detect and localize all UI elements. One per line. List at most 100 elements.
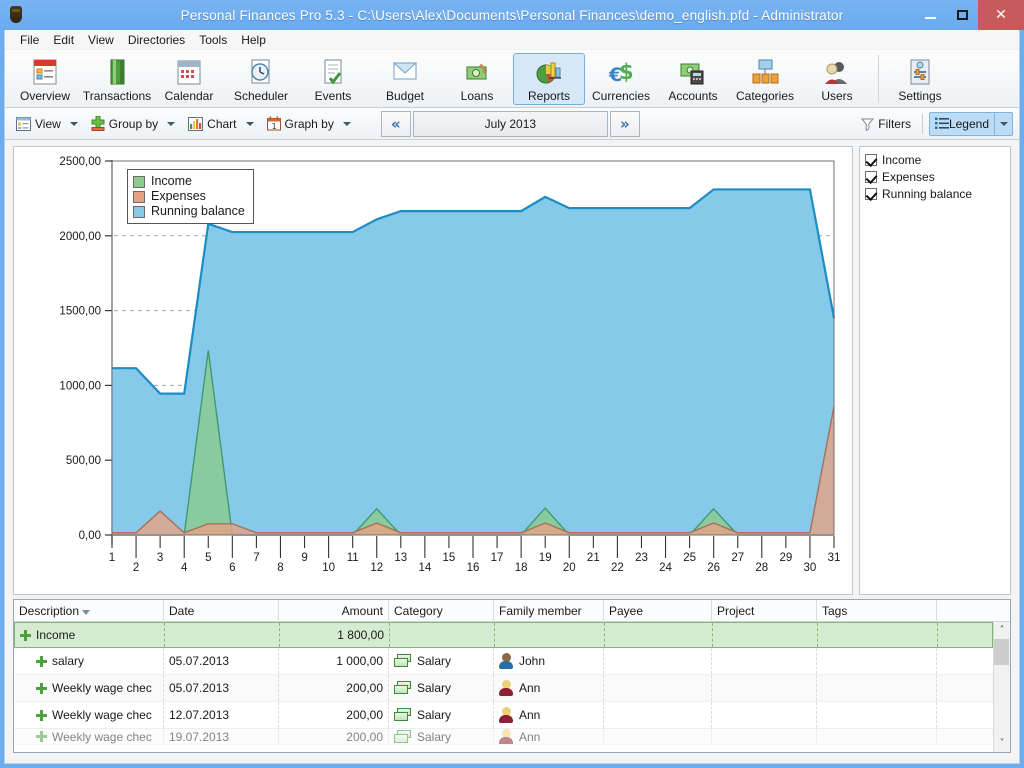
- grid-cell-family_member: [495, 623, 605, 647]
- grid-cell-text: Ann: [519, 729, 541, 744]
- money-category-icon: [394, 708, 412, 722]
- svg-text:7: 7: [253, 552, 259, 564]
- ribbon-accounts[interactable]: Accounts: [657, 53, 729, 105]
- grid-header-payee[interactable]: Payee: [604, 600, 712, 622]
- menu-view[interactable]: View: [81, 31, 121, 49]
- svg-text:12: 12: [370, 562, 383, 574]
- grid-header-description[interactable]: Description: [14, 600, 164, 622]
- minimize-button[interactable]: [914, 0, 946, 30]
- legend-dropdown-arrow[interactable]: [995, 111, 1013, 136]
- menu-directories[interactable]: Directories: [121, 31, 192, 49]
- overview-icon: [30, 55, 60, 87]
- scroll-down-arrow-icon[interactable]: ˅: [994, 735, 1011, 752]
- ribbon-events[interactable]: Events: [297, 53, 369, 105]
- grid-cell-description: Weekly wage chec: [14, 729, 164, 744]
- ribbon-scheduler[interactable]: Scheduler: [225, 53, 297, 105]
- chart-dropdown-arrow[interactable]: [242, 112, 258, 136]
- ribbon-overview[interactable]: Overview: [9, 53, 81, 105]
- grid-header-label: Family member: [499, 604, 582, 618]
- view-button[interactable]: View: [11, 112, 66, 136]
- grid-header-amount[interactable]: Amount: [279, 600, 389, 622]
- ribbon-budget[interactable]: Budget: [369, 53, 441, 105]
- svg-text:1: 1: [109, 552, 115, 564]
- table-row[interactable]: salary 05.07.2013 1 000,00 Salary John: [14, 648, 993, 675]
- period-display[interactable]: July 2013: [412, 110, 608, 137]
- inline-legend-expenses-label: Expenses: [151, 189, 206, 203]
- grid-cell-text: Weekly wage chec: [52, 708, 152, 722]
- ribbon-users[interactable]: Users: [801, 53, 873, 105]
- ribbon-calendar[interactable]: Calendar: [153, 53, 225, 105]
- grid-cell-tags: [817, 702, 937, 728]
- maximize-button[interactable]: [946, 0, 978, 30]
- legend-checkbox-running-balance[interactable]: Running balance: [865, 187, 1005, 201]
- svg-text:19: 19: [539, 552, 552, 564]
- menu-file[interactable]: File: [13, 31, 46, 49]
- grid-vertical-scrollbar[interactable]: ˄ ˅: [993, 622, 1010, 752]
- next-period-button[interactable]: »: [609, 110, 640, 137]
- grid-header-tags[interactable]: Tags: [817, 600, 937, 622]
- grid-cell-text: 12.07.2013: [169, 708, 230, 722]
- filters-button[interactable]: Filters: [856, 112, 916, 136]
- grid-cell-date: [165, 623, 280, 647]
- loans-icon: [462, 55, 492, 87]
- ribbon-loans[interactable]: Loans: [441, 53, 513, 105]
- grid-header-date[interactable]: Date: [164, 600, 279, 622]
- legend-toggle-button[interactable]: Legend: [928, 111, 995, 136]
- ribbon-settings[interactable]: Settings: [884, 53, 956, 105]
- ribbon-transactions[interactable]: Transactions: [81, 53, 153, 105]
- close-button[interactable]: ✕: [978, 0, 1024, 30]
- svg-text:15: 15: [443, 552, 456, 564]
- ribbon-currencies[interactable]: € $ Currencies: [585, 53, 657, 105]
- chart-button[interactable]: Chart: [183, 112, 241, 136]
- grid-header-label: Category: [394, 604, 443, 618]
- graph-by-button[interactable]: 1 Graph by: [262, 112, 339, 136]
- ribbon-overview-label: Overview: [19, 89, 70, 103]
- table-row[interactable]: Weekly wage chec 05.07.2013 200,00 Salary An…: [14, 675, 993, 702]
- legend-checkbox-expenses[interactable]: Expenses: [865, 170, 1005, 184]
- grid-cell-text: 05.07.2013: [169, 681, 230, 695]
- table-row[interactable]: Weekly wage chec 19.07.2013 200,00 Salary An…: [14, 729, 993, 745]
- calendar-icon: [174, 55, 204, 87]
- grid-header-family_member[interactable]: Family member: [494, 600, 604, 622]
- reports-icon: [534, 55, 564, 87]
- scrollbar-thumb[interactable]: [993, 639, 1009, 665]
- menu-edit[interactable]: Edit: [46, 31, 81, 49]
- chart-inline-legend: Income Expenses Running balance: [127, 169, 254, 224]
- graph-by-dropdown-arrow[interactable]: [339, 112, 355, 136]
- group-by-button[interactable]: Group by: [86, 112, 163, 136]
- view-dropdown-arrow[interactable]: [66, 112, 82, 136]
- grid-header-category[interactable]: Category: [389, 600, 494, 622]
- chart-panel[interactable]: 0,00 500,00 1000,00 1500,00 2000,00 2500,00 1 2…: [13, 146, 853, 595]
- grid-group-row[interactable]: Income 1 800,00: [14, 622, 993, 648]
- income-swatch: [133, 175, 145, 188]
- svg-text:30: 30: [804, 562, 817, 574]
- transactions-icon: [102, 55, 132, 87]
- grid-cell-description: salary: [14, 648, 164, 674]
- main-toolbar: Overview Transactions Calendar Scheduler…: [5, 50, 1019, 108]
- menu-tools[interactable]: Tools: [192, 31, 234, 49]
- previous-period-button[interactable]: «: [380, 110, 411, 137]
- scroll-up-arrow-icon[interactable]: ˄: [994, 622, 1011, 639]
- grid-header-project[interactable]: Project: [712, 600, 817, 622]
- svg-text:22: 22: [611, 562, 624, 574]
- ribbon-categories[interactable]: Categories: [729, 53, 801, 105]
- scrollbar-track[interactable]: [993, 639, 1011, 735]
- grid-body: Income 1 800,00 salary 05.07.2013 1 000,00 Sa…: [14, 622, 993, 752]
- grid-cell-payee: [604, 702, 712, 728]
- grid-cell-payee: [605, 623, 713, 647]
- ribbon-events-label: Events: [314, 89, 352, 103]
- grid-cell-project: [712, 648, 817, 674]
- menu-help[interactable]: Help: [234, 31, 273, 49]
- group-by-dropdown-arrow[interactable]: [163, 112, 179, 136]
- ribbon-accounts-label: Accounts: [668, 89, 718, 103]
- legend-checkbox-income[interactable]: Income: [865, 153, 1005, 167]
- ribbon-reports[interactable]: Reports: [513, 53, 585, 105]
- currencies-icon: € $: [606, 55, 636, 87]
- grid-cell-date: 12.07.2013: [164, 702, 279, 728]
- inline-legend-running-balance-label: Running balance: [151, 204, 245, 218]
- table-row[interactable]: Weekly wage chec 12.07.2013 200,00 Salary An…: [14, 702, 993, 729]
- svg-text:14: 14: [418, 562, 431, 574]
- money-category-icon: [394, 681, 412, 695]
- svg-text:16: 16: [467, 562, 480, 574]
- status-bar: [5, 759, 1019, 763]
